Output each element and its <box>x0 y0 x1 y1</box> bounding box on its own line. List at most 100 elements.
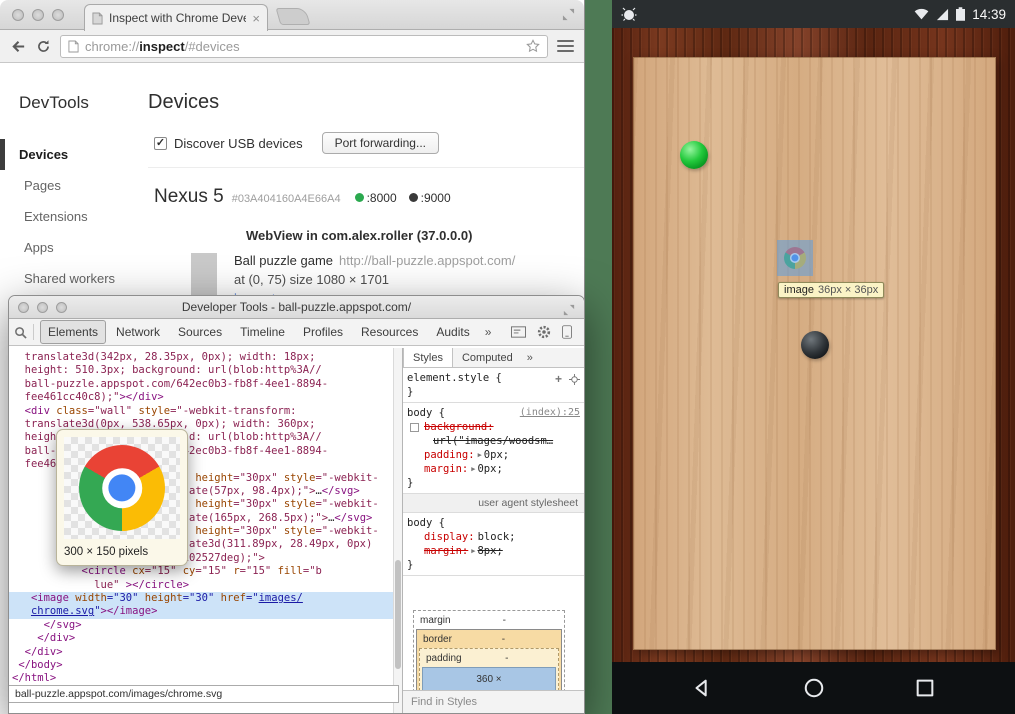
android-nav-bar <box>612 662 1015 714</box>
code-line[interactable]: <circle cx="15" cy="15" r="15" fill="b <box>12 565 402 578</box>
rule-selector[interactable]: body { <box>407 516 445 530</box>
console-toggle-icon[interactable] <box>511 326 526 338</box>
fullscreen-expand-icon[interactable] <box>562 8 575 21</box>
code-line[interactable]: chrome.svg"></image> <box>9 605 402 618</box>
styles-filter-field[interactable]: Find in Styles <box>403 690 584 713</box>
box-model-border[interactable]: border- padding- 360 × <box>416 629 562 699</box>
devtools-minimize-button[interactable] <box>37 302 48 313</box>
box-model-padding[interactable]: padding- 360 × <box>419 648 559 696</box>
green-ball[interactable] <box>680 141 708 169</box>
new-style-rule-icon[interactable]: + <box>555 372 562 386</box>
css-property-margin-ua[interactable]: margin:▶8px; <box>407 544 580 558</box>
code-token <box>12 405 25 417</box>
css-property-margin[interactable]: margin:▶0px; <box>407 462 580 476</box>
browser-menu-icon[interactable] <box>557 40 574 52</box>
code-line[interactable]: fee461cc40c8);"></div> <box>12 391 402 404</box>
nav-back-button[interactable] <box>691 677 713 699</box>
code-line[interactable]: <div class="wall" style="-webkit-transfo… <box>12 405 402 418</box>
devtools-expand-icon[interactable] <box>563 304 575 316</box>
styles-tab-styles[interactable]: Styles <box>403 348 453 367</box>
code-line[interactable]: lue" ></circle> <box>12 579 402 592</box>
css-property-display[interactable]: display:block; <box>407 530 580 544</box>
device-port-list: :8000 :9000 <box>355 191 451 205</box>
code-token: ="-webkit- <box>315 498 378 510</box>
toggle-element-state-icon[interactable] <box>569 374 580 385</box>
nav-home-button[interactable] <box>803 677 825 699</box>
minimize-window-button[interactable] <box>32 9 44 21</box>
margin-top-value[interactable]: - <box>451 614 558 628</box>
android-status-bar: 14:39 <box>612 0 1015 28</box>
discover-usb-checkbox[interactable]: ✓ <box>154 137 167 150</box>
code-line[interactable]: height: 510.3px; background: url(blob:ht… <box>12 364 402 377</box>
discover-usb-label[interactable]: Discover USB devices <box>174 136 303 151</box>
devtools-tab-elements[interactable]: Elements <box>40 320 106 344</box>
browser-tab[interactable]: Inspect with Chrome Deve × <box>84 4 268 31</box>
settings-gear-icon[interactable] <box>537 325 551 339</box>
rule-source-link[interactable]: (index):25 <box>520 406 580 420</box>
box-model-margin[interactable]: margin- border- padding- 360 × <box>413 610 565 702</box>
devtools-tab-strip: ElementsNetworkSourcesTimelineProfilesRe… <box>40 320 478 344</box>
inspect-element-search-icon[interactable] <box>14 326 27 339</box>
code-line[interactable]: </svg> <box>12 619 402 632</box>
expand-arrow-icon[interactable]: ▶ <box>471 465 475 473</box>
padding-top-value[interactable]: - <box>462 652 552 666</box>
url-text[interactable]: chrome://inspect/#devices <box>85 39 520 54</box>
rule-selector[interactable]: body { <box>407 406 445 420</box>
bookmark-star-icon[interactable] <box>526 39 540 53</box>
maximize-window-button[interactable] <box>52 9 64 21</box>
sidebar-item-apps[interactable]: Apps <box>0 232 148 263</box>
tabs-overflow-chevron[interactable]: » <box>481 325 496 339</box>
dark-ball[interactable] <box>801 331 829 359</box>
sidebar-item-pages[interactable]: Pages <box>0 170 148 201</box>
devtools-tab-audits[interactable]: Audits <box>428 320 477 344</box>
devtools-tab-timeline[interactable]: Timeline <box>232 320 293 344</box>
sidebar-item-shared-workers[interactable]: Shared workers <box>0 263 148 294</box>
styles-tab-computed[interactable]: Computed <box>453 348 522 367</box>
code-line[interactable]: </div> <box>12 632 402 645</box>
code-line[interactable]: </div> <box>12 646 402 659</box>
elements-scrollbar[interactable] <box>393 348 402 713</box>
styles-overflow-chevron[interactable]: » <box>522 348 538 367</box>
code-token: height <box>195 472 233 484</box>
code-line[interactable]: translate3d(342px, 28.35px, 0px); width:… <box>12 351 402 364</box>
code-line[interactable]: </body> <box>12 659 402 672</box>
device-mode-icon[interactable] <box>562 325 572 339</box>
ua-style-rule: body { display:block; margin:▶8px; } <box>403 513 584 576</box>
port-badge[interactable]: :9000 <box>409 191 451 205</box>
code-line[interactable]: ball-puzzle.appspot.com/642ec0b3-fb8f-4e… <box>12 378 402 391</box>
code-line[interactable]: </html> <box>12 672 402 685</box>
code-line[interactable]: <image width="30" height="30" href="imag… <box>9 592 402 605</box>
code-token: ="15" <box>195 565 233 577</box>
devtools-tab-sources[interactable]: Sources <box>170 320 230 344</box>
new-tab-button[interactable] <box>276 8 311 25</box>
devtools-tab-profiles[interactable]: Profiles <box>295 320 351 344</box>
devtools-tab-network[interactable]: Network <box>108 320 168 344</box>
code-token: ="-webkit- <box>315 525 378 537</box>
back-button[interactable] <box>10 38 27 55</box>
battery-icon <box>956 7 965 21</box>
code-token: ="15" <box>240 565 278 577</box>
code-token: ></image> <box>101 605 158 617</box>
expand-arrow-icon[interactable]: ▶ <box>471 547 475 555</box>
devtools-tab-resources[interactable]: Resources <box>353 320 426 344</box>
nav-recents-button[interactable] <box>914 677 936 699</box>
port-badge[interactable]: :8000 <box>355 191 397 205</box>
refresh-button[interactable] <box>36 39 51 54</box>
close-window-button[interactable] <box>12 9 24 21</box>
css-property-padding[interactable]: padding:▶0px; <box>407 448 580 462</box>
port-forwarding-button[interactable]: Port forwarding... <box>322 132 439 154</box>
tab-close-icon[interactable]: × <box>252 12 260 25</box>
scrollbar-thumb[interactable] <box>395 560 401 670</box>
code-token: <div <box>25 405 57 417</box>
devtools-close-button[interactable] <box>18 302 29 313</box>
sidebar-item-extensions[interactable]: Extensions <box>0 201 148 232</box>
sidebar-item-devices[interactable]: Devices <box>0 139 148 170</box>
border-top-value[interactable]: - <box>452 633 555 647</box>
element-style-selector[interactable]: element.style { <box>407 371 502 385</box>
address-bar[interactable]: chrome://inspect/#devices <box>60 35 548 58</box>
expand-arrow-icon[interactable]: ▶ <box>478 451 482 459</box>
image-preview-tooltip: 300 × 150 pixels <box>56 429 188 566</box>
css-property-background[interactable]: background: <box>407 420 580 434</box>
devtools-maximize-button[interactable] <box>56 302 67 313</box>
property-enable-checkbox[interactable] <box>410 423 419 432</box>
